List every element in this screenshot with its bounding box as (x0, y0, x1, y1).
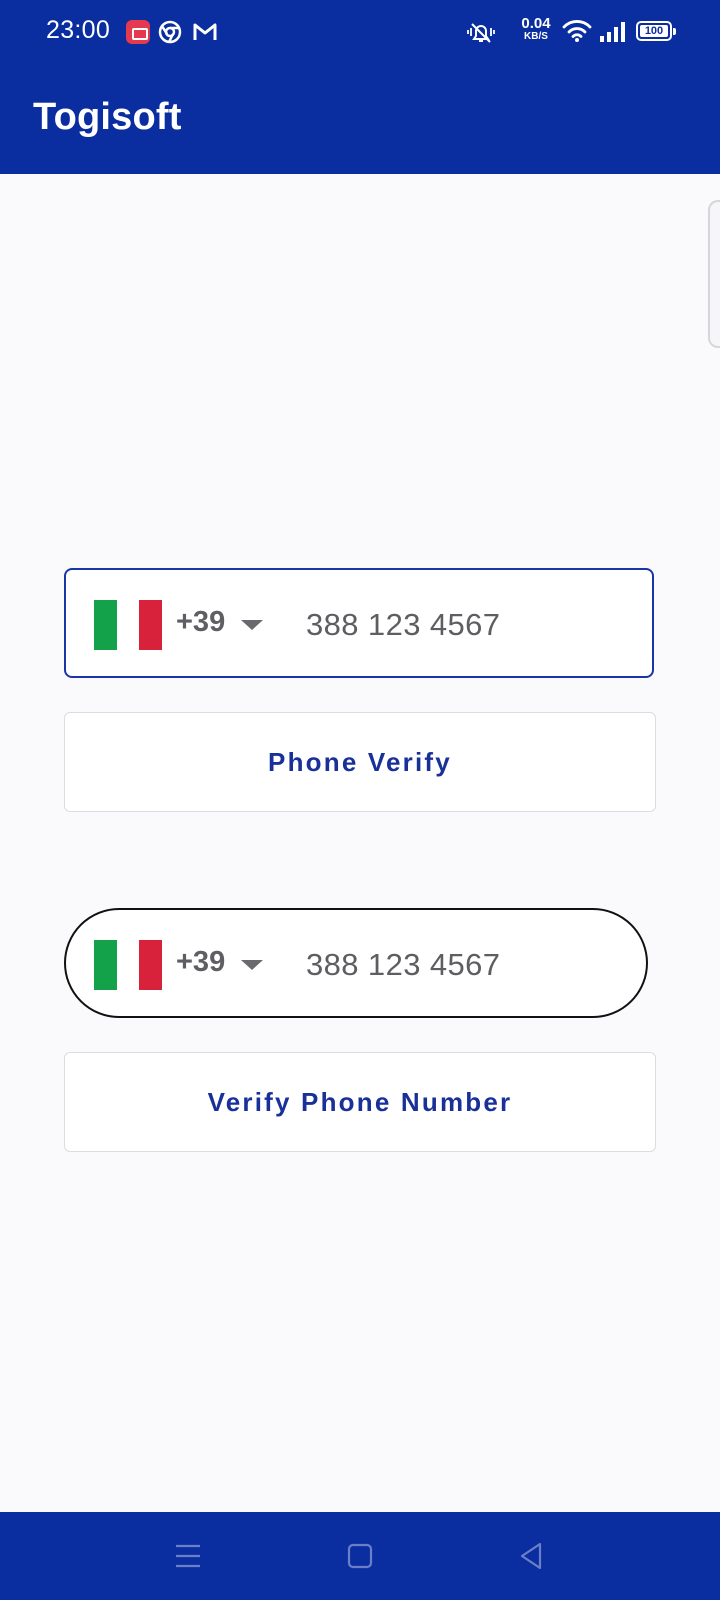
screen-record-icon (126, 20, 150, 44)
app-header: 23:00 0.04 KB/S 100 Togisoft (0, 0, 720, 174)
phone-number-field-rounded[interactable]: +39 (64, 908, 648, 1018)
phone-verify-button[interactable]: Phone Verify (64, 712, 656, 812)
wifi-icon (562, 20, 592, 42)
country-code[interactable]: +39 (176, 946, 225, 979)
back-icon[interactable] (512, 1538, 552, 1574)
mute-icon (467, 23, 495, 43)
system-navigation-bar (0, 1512, 720, 1600)
country-code[interactable]: +39 (176, 606, 225, 639)
chevron-down-icon[interactable] (241, 620, 263, 630)
home-icon[interactable] (340, 1538, 380, 1574)
network-speed-unit: KB/S (524, 31, 548, 42)
phone-number-input[interactable] (306, 940, 626, 990)
app-title: Togisoft (33, 96, 182, 138)
battery-icon: 100 (636, 21, 676, 41)
phone-number-input[interactable] (306, 600, 626, 650)
network-speed: 0.04 KB/S (516, 16, 556, 42)
phone-number-field-outlined[interactable]: +39 (64, 568, 654, 678)
signal-icon (600, 22, 625, 42)
italy-flag-icon[interactable] (94, 600, 163, 650)
status-bar: 23:00 0.04 KB/S 100 (0, 0, 720, 64)
edge-panel-handle[interactable] (708, 200, 720, 348)
menu-icon[interactable] (168, 1538, 208, 1574)
battery-level: 100 (644, 25, 664, 37)
network-speed-value: 0.04 (521, 15, 551, 32)
italy-flag-icon[interactable] (94, 940, 163, 990)
chrome-icon (158, 20, 182, 44)
verify-phone-number-button[interactable]: Verify Phone Number (64, 1052, 656, 1152)
chevron-down-icon[interactable] (241, 960, 263, 970)
status-time: 23:00 (46, 16, 111, 44)
gmail-icon (193, 23, 217, 40)
